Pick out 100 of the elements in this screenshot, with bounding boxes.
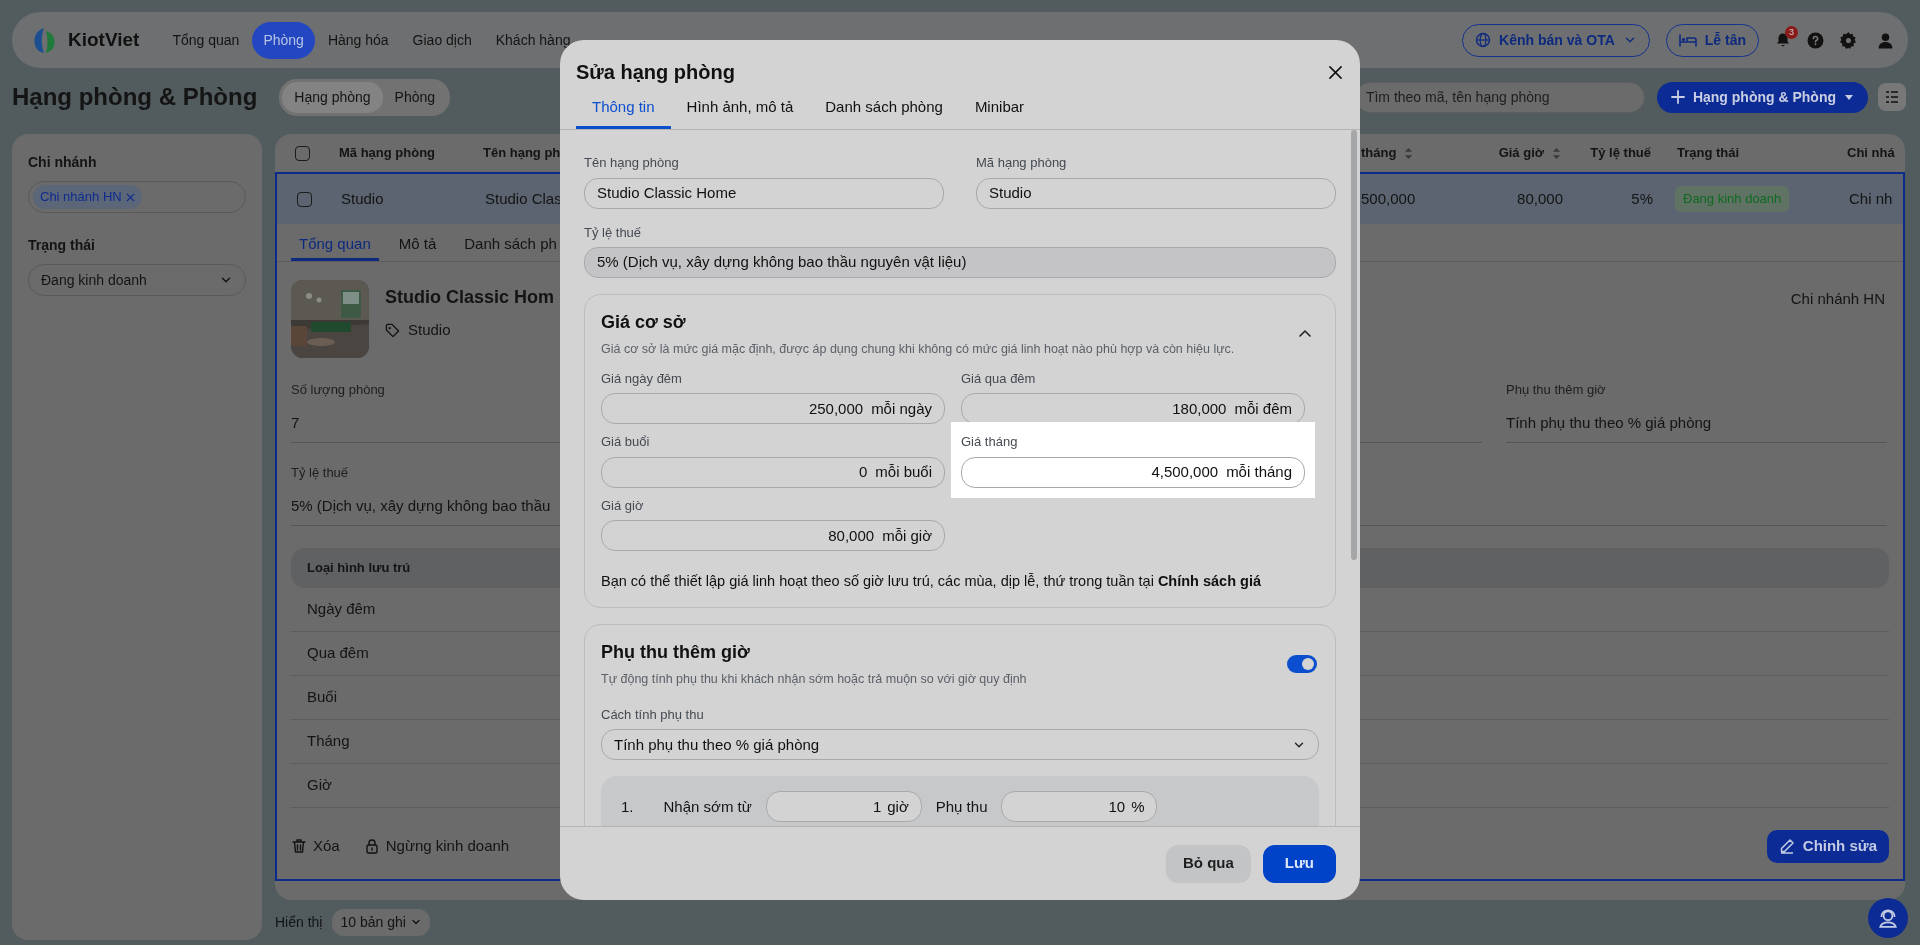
table-cell-text: Buổi <box>307 687 338 708</box>
trash-icon <box>291 838 307 855</box>
price-field[interactable]: 180,000 mỗi đêm <box>961 393 1305 425</box>
filter-tag: Chi nhánh HN <box>33 185 142 209</box>
percent-field[interactable]: 10 % <box>1001 791 1158 823</box>
field-label: Số lượng phòng <box>291 381 385 399</box>
table-cell-text: 5% <box>1631 188 1653 209</box>
help-icon[interactable] <box>1807 31 1824 49</box>
dialog-tab[interactable]: Minibar <box>958 89 1041 129</box>
bed-icon <box>1678 33 1697 47</box>
table-cell-text: Tháng <box>307 731 350 752</box>
hours-field[interactable]: 1 giờ <box>765 791 922 823</box>
method-select[interactable]: Tính phụ thu theo % giá phòng <box>601 729 1319 761</box>
page-title: Hạng phòng & Phòng <box>12 82 258 112</box>
dialog-title: Sửa hạng phòng <box>576 60 735 84</box>
table-cell-text: Ngày đêm <box>307 599 376 620</box>
section-title: Phụ thu thêm giờ <box>601 641 751 664</box>
deactivate-link[interactable]: Ngừng kinh doanh <box>363 835 510 858</box>
price-field[interactable]: 80,000 mỗi giờ <box>601 520 945 552</box>
nav-link[interactable]: Giao dịch <box>401 21 483 59</box>
field-label: Cách tính phụ thu <box>601 705 705 724</box>
table-cell-text: Studio Clas <box>485 188 562 209</box>
view-tab[interactable]: Hạng phòng <box>282 81 383 113</box>
field-label: Giá tháng <box>961 433 1019 452</box>
table-cell-text: Giờ <box>307 775 332 796</box>
table-cell-text: Studio <box>341 188 384 209</box>
tag-icon <box>385 322 400 338</box>
checkbox[interactable] <box>296 191 312 207</box>
column-header: tháng <box>1361 144 1397 163</box>
view-tab[interactable]: Phòng <box>382 81 448 113</box>
table-cell-text: Chi nh <box>1849 188 1893 209</box>
field-value: 5% (Dịch vụ, xây dựng không bao thầu <box>291 495 551 516</box>
add-button[interactable]: Hạng phòng & Phòng <box>1656 81 1868 113</box>
list-icon <box>1885 90 1899 104</box>
close-icon[interactable] <box>1329 65 1342 79</box>
headset-icon <box>1877 907 1899 929</box>
dialog-tab[interactable]: Thông tin <box>576 89 671 129</box>
nav-link[interactable]: Tổng quan <box>161 21 251 59</box>
detail-tab[interactable]: Mô tả <box>390 224 445 261</box>
lock-icon <box>363 838 380 855</box>
sort-icon[interactable] <box>1552 146 1561 160</box>
brand-name: KiotViet <box>68 27 140 52</box>
nav-link[interactable]: Hàng hóa <box>316 21 400 59</box>
edit-button[interactable]: Chỉnh sửa <box>1766 830 1889 863</box>
text-field: 5% (Dịch vụ, xây dựng không bao thầu nguyên vật liệu) <box>584 247 1336 278</box>
column-header: Chi nhá <box>1847 144 1895 163</box>
price-field[interactable]: 4,500,000 mỗi tháng <box>961 456 1305 488</box>
table-cell-text: Qua đêm <box>307 643 369 664</box>
field-value: 7 <box>291 412 300 433</box>
notification-badge: 3 <box>1785 26 1798 39</box>
rule-label: Nhận sớm từ <box>663 796 752 817</box>
plus-icon <box>1670 90 1685 104</box>
column-header: Giá giờ <box>1498 144 1544 163</box>
scrollbar[interactable] <box>1351 130 1357 560</box>
caret-icon <box>1844 92 1854 102</box>
text-field[interactable]: Studio Classic Home <box>584 177 944 209</box>
section-description: Giá cơ sở là mức giá mặc định, được áp dụng chung khi không có mức giá linh hoạt nào phù hợp và còn hiệu lực. <box>601 341 1235 358</box>
nav-link[interactable]: Phòng <box>252 21 315 59</box>
field-label: Giá qua đêm <box>961 369 1037 388</box>
price-field[interactable]: 250,000 mỗi ngày <box>601 393 945 425</box>
field-label: Tên hạng phòng <box>584 154 680 172</box>
page-size-select[interactable]: 10 bản ghi <box>332 908 430 936</box>
dialog-tab[interactable]: Danh sách phòng <box>809 89 959 129</box>
rule-number: 1. <box>621 796 634 817</box>
sort-icon[interactable] <box>1404 146 1414 160</box>
column-header: Tên hạng ph <box>483 144 561 163</box>
table-cell-text: 80,000 <box>1517 188 1563 209</box>
cancel-button[interactable]: Bỏ qua <box>1165 844 1251 883</box>
field-label: Giá ngày đêm <box>601 369 683 388</box>
pagination-label: Hiển thị <box>275 912 323 932</box>
support-button[interactable] <box>1868 898 1908 938</box>
column-header: Mã hạng phòng <box>339 144 436 163</box>
view-toggle-button[interactable] <box>1878 83 1906 111</box>
text-field[interactable]: Studio <box>976 177 1336 209</box>
section-title: Giá cơ sở <box>601 311 687 334</box>
save-button[interactable]: Lưu <box>1262 844 1336 883</box>
pencil-icon <box>1778 838 1795 855</box>
price-field[interactable]: 0 mỗi buổi <box>601 456 945 488</box>
checkbox[interactable] <box>294 145 310 161</box>
field-label: Giá buổi <box>601 433 651 452</box>
dialog-tab[interactable]: Hình ảnh, mô tả <box>670 89 810 129</box>
globe-icon <box>1475 32 1492 48</box>
field-value: Tính phụ thu theo % giá phòng <box>1506 412 1712 433</box>
toggle-switch[interactable] <box>1287 654 1317 673</box>
delete-link[interactable]: Xóa <box>291 835 340 858</box>
field-label: Tỷ lệ thuế <box>291 464 349 482</box>
room-type-code: Studio <box>408 320 451 340</box>
price-note: Bạn có thể thiết lập giá linh hoạt theo số giờ lưu trú, các mùa, dịp lễ, thứ trong tuần tại Chính sách giá <box>601 572 1263 592</box>
column-header: Trạng thái <box>1677 144 1740 163</box>
table-cell-text: 500,000 <box>1361 188 1416 209</box>
field-label: Phụ thu thêm giờ <box>1506 381 1606 399</box>
status-badge: Đang kinh doanh <box>1675 186 1790 212</box>
filter-label: Chi nhánh <box>28 153 98 172</box>
section-description: Tự động tính phụ thu khi khách nhận sớm hoặc trả muộn so với giờ quy định <box>601 671 1027 688</box>
branch-name: Chi nhánh HN <box>1790 289 1885 309</box>
column-header: Tỷ lệ thuế <box>1590 144 1651 163</box>
user-icon[interactable] <box>1877 31 1894 49</box>
field-label: Mã hạng phòng <box>976 154 1068 172</box>
settings-icon[interactable] <box>1840 31 1857 49</box>
bell-icon[interactable] <box>1775 32 1791 48</box>
